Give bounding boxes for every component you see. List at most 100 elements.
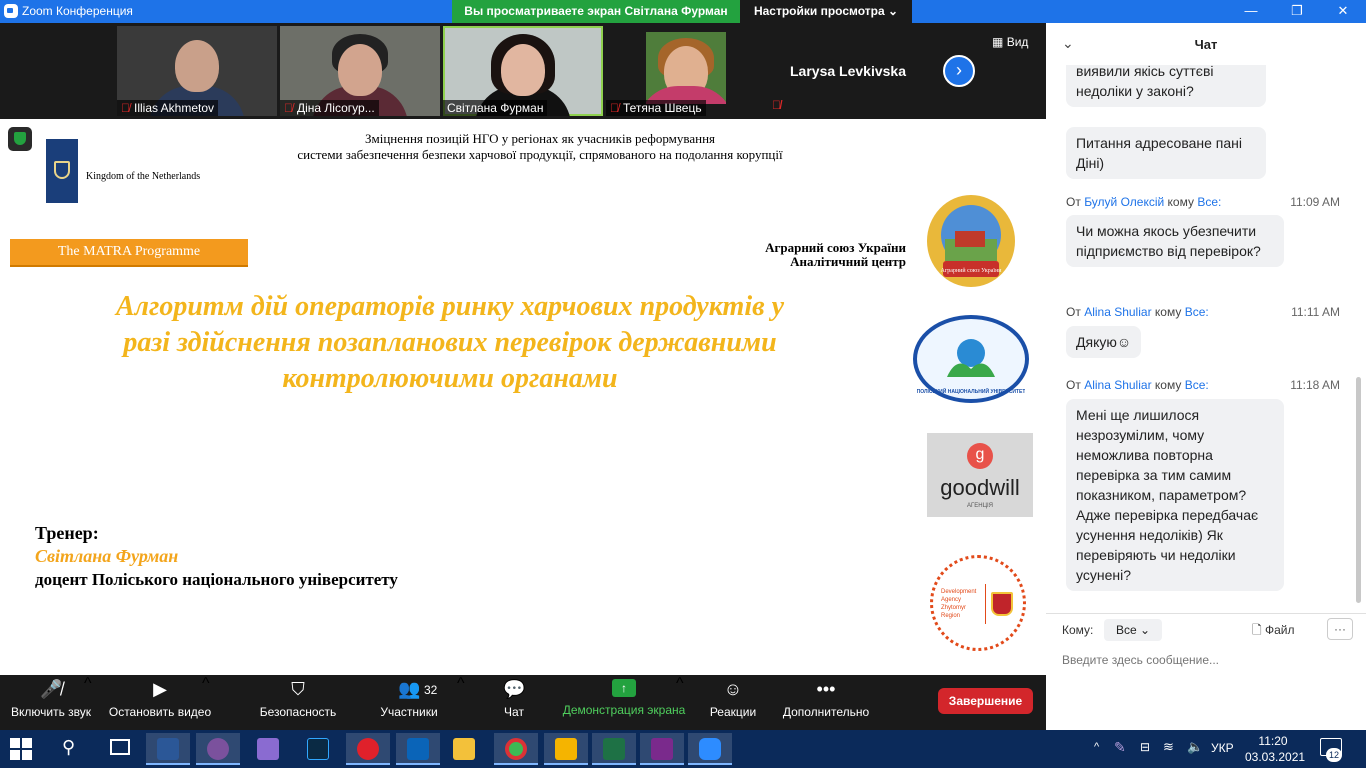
restore-button[interactable]: ❐: [1274, 0, 1320, 23]
minimize-button[interactable]: —: [1228, 0, 1274, 23]
stop-video-label: Остановить видео: [108, 705, 212, 719]
meta-to-prefix: кому: [1154, 378, 1182, 392]
goodwill-sub: АГЕНЦІЯ: [966, 503, 994, 509]
shield-icon: ⛉: [291, 679, 305, 699]
chat-message-input[interactable]: [1062, 649, 1350, 671]
participant-name-bar: 🎙̸ Тетяна Швець: [606, 100, 706, 116]
opera-taskbar-icon[interactable]: [346, 733, 390, 765]
meta-recipient: Все:: [1184, 305, 1209, 319]
volume-icon[interactable]: 🔈: [1187, 739, 1203, 755]
zoom-logo-icon: [4, 4, 18, 18]
meta-recipient: Все:: [1197, 195, 1222, 209]
participant-tile[interactable]: 🎙̸ Illias Akhmetov: [117, 26, 277, 116]
view-layout-button[interactable]: ▦ Вид: [992, 35, 1028, 49]
meta-sender[interactable]: Alina Shuliar: [1084, 305, 1151, 319]
tray-expand-icon[interactable]: ^: [1094, 741, 1099, 753]
participant-tile-no-video[interactable]: Larysa Levkivska 🎙̸: [768, 26, 928, 116]
unmute-label: Включить звук: [10, 705, 92, 719]
search-icon[interactable]: ⚲: [62, 737, 75, 758]
unmute-button[interactable]: 🎤̸ Включить звук: [10, 679, 92, 719]
participant-face: [175, 40, 219, 92]
chat-message-meta: От Булуй Олексій кому Все: 11:09 AM: [1066, 195, 1340, 209]
reactions-button[interactable]: ☺ Реакции: [706, 679, 760, 719]
view-settings-dropdown[interactable]: Настройки просмотра ⌄: [740, 0, 912, 23]
zoom-taskbar-icon[interactable]: [688, 733, 732, 765]
sticky-app-taskbar-icon[interactable]: [544, 733, 588, 765]
next-page-button[interactable]: ›: [943, 55, 975, 87]
feather-app-taskbar-icon[interactable]: [246, 733, 290, 765]
file-icon: 🗋: [1252, 623, 1262, 637]
security-shield-icon[interactable]: [8, 127, 32, 151]
chat-title: Чат: [1194, 37, 1218, 52]
matra-programme-banner: The MATRA Programme: [10, 239, 248, 267]
meta-from-prefix: От: [1066, 378, 1081, 392]
chat-message-meta: От Alina Shuliar кому Все: 11:18 AM: [1066, 378, 1340, 392]
windows-taskbar: ⚲ ^ ✎ ⊟ ≋ 🔈 УКР 11:20 03.03.2021 12: [0, 730, 1366, 768]
meta-time: 11:18 AM: [1290, 378, 1340, 392]
zhytomyr-crest-icon: [991, 592, 1013, 616]
network-icon[interactable]: ⊟: [1140, 740, 1150, 754]
audio-options-caret[interactable]: ^: [84, 675, 92, 693]
share-screen-button[interactable]: ↑ Демонстрация экрана: [560, 679, 688, 717]
participant-name: Illias Akhmetov: [134, 101, 215, 115]
video-camera-icon: ▶: [153, 679, 167, 699]
chat-more-button[interactable]: ···: [1327, 618, 1353, 640]
mic-muted-icon: 🎤̸: [40, 679, 63, 699]
tray-app-icon[interactable]: ✎: [1114, 739, 1126, 756]
meta-from-prefix: От: [1066, 195, 1081, 209]
recipient-label: Кому:: [1062, 623, 1094, 637]
stop-video-button[interactable]: ▶ Остановить видео: [108, 679, 212, 719]
participant-name: Світлана Фурман: [447, 101, 544, 115]
slide-header-line1: Зміцнення позицій НГО у регіонах як учас…: [364, 131, 716, 146]
keyboard-language[interactable]: УКР: [1211, 741, 1234, 755]
share-options-caret[interactable]: ^: [676, 675, 684, 693]
shared-screen-slide: Зміцнення позицій НГО у регіонах як учас…: [0, 119, 1046, 675]
participants-options-caret[interactable]: ^: [457, 675, 465, 693]
pdf-app-taskbar-icon[interactable]: [640, 733, 684, 765]
outlook-taskbar-icon[interactable]: [396, 733, 440, 765]
wifi-icon[interactable]: ≋: [1163, 739, 1174, 755]
chat-scrollbar-thumb[interactable]: [1356, 377, 1361, 603]
viber-taskbar-icon[interactable]: [196, 733, 240, 765]
security-button[interactable]: ⛉ Безопасность: [258, 679, 338, 719]
participant-tile[interactable]: 🎙̸ Тетяна Швець: [606, 26, 766, 116]
meta-recipient: Все:: [1184, 378, 1209, 392]
chat-button[interactable]: 💬 Чат: [494, 679, 534, 719]
participant-tile[interactable]: 🎙̸ Діна Лісогур...: [280, 26, 440, 116]
participants-icon: 👥: [398, 679, 421, 699]
task-view-icon[interactable]: [110, 739, 130, 755]
windows-start-icon[interactable]: [10, 738, 32, 760]
recipient-value: Все: [1116, 623, 1137, 637]
view-settings-label: Настройки просмотра: [753, 4, 885, 18]
participant-tile-active-speaker[interactable]: Світлана Фурман: [443, 26, 603, 116]
crest-shield: [54, 161, 70, 179]
video-options-caret[interactable]: ^: [202, 675, 210, 693]
word-taskbar-icon[interactable]: [146, 733, 190, 765]
more-button[interactable]: ••• Дополнительно: [780, 679, 872, 719]
meta-sender[interactable]: Булуй Олексій: [1084, 195, 1164, 209]
meta-from-prefix: От: [1066, 305, 1081, 319]
participants-label: Участники: [380, 705, 438, 719]
chevron-down-icon: ⌄: [887, 4, 899, 18]
meta-sender[interactable]: Alina Shuliar: [1084, 378, 1151, 392]
photoshop-taskbar-icon[interactable]: [296, 733, 340, 765]
development-agency-logo: Development Agency Zhytomyr Region: [930, 555, 1026, 651]
slide-title-line3: контролюючими органами: [282, 363, 618, 394]
chat-scrollbar[interactable]: [1356, 65, 1361, 605]
chrome-taskbar-icon[interactable]: [494, 733, 538, 765]
taskbar-clock[interactable]: 11:20 03.03.2021: [1245, 733, 1305, 765]
end-meeting-button[interactable]: Завершение: [938, 688, 1033, 714]
polissia-university-logo: ПОЛІСЬКИЙ НАЦІОНАЛЬНИЙ УНІВЕРСИТЕТ: [913, 315, 1029, 403]
chat-header: ⌄ Чат: [1046, 23, 1366, 65]
agro-union-logo: Аграрний союз України: [915, 191, 1027, 291]
participant-face: [501, 44, 545, 96]
chat-message: скажіть, будь ласка, чи ви виявили якісь…: [1066, 65, 1266, 107]
file-button[interactable]: 🗋 Файл: [1252, 621, 1295, 642]
excel-taskbar-icon[interactable]: [592, 733, 636, 765]
close-button[interactable]: ✕: [1320, 0, 1366, 23]
recipient-select[interactable]: Все ⌄: [1104, 619, 1162, 641]
chat-message: Дякую☺: [1066, 326, 1142, 358]
file-explorer-taskbar-icon[interactable]: [442, 733, 486, 765]
chat-messages[interactable]: скажіть, будь ласка, чи ви виявили якісь…: [1046, 65, 1352, 613]
chat-message: Чи можна якось убезпечити підприємство в…: [1066, 215, 1284, 267]
